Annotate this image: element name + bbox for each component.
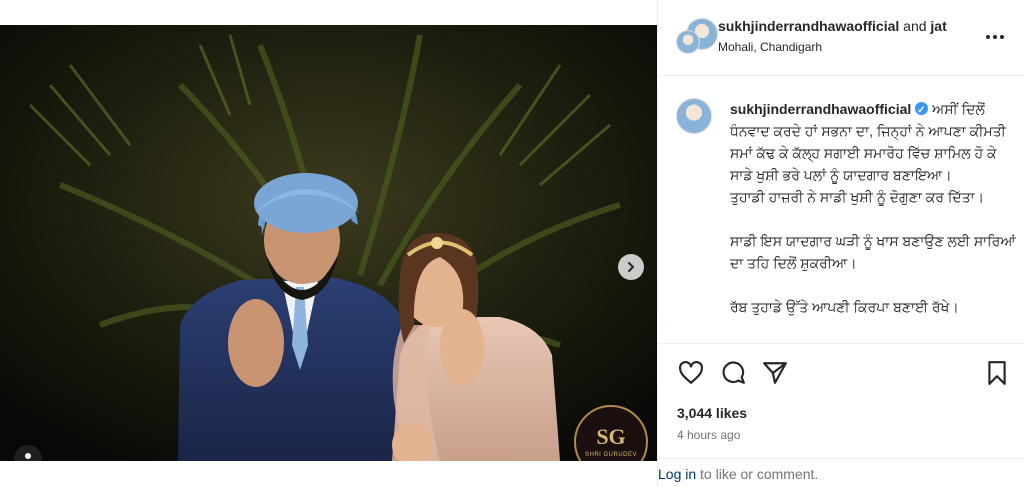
- caption-body: sukhjinderrandhawaofficial ਅਸੀਂ ਦਿਲੋਂ ਧੰ…: [730, 98, 1018, 343]
- post-header: sukhjinderrandhawaofficial and jat Mohal…: [658, 0, 1024, 76]
- more-icon: [986, 35, 1004, 39]
- like-button[interactable]: [678, 360, 704, 386]
- login-link[interactable]: Log in: [658, 466, 696, 482]
- share-icon: [763, 362, 787, 384]
- post-photo[interactable]: SG SHRI GURUDEV: [0, 25, 657, 461]
- next-slide-button[interactable]: [618, 254, 644, 280]
- caption-avatar[interactable]: [676, 98, 712, 134]
- likes-count[interactable]: 3,044 likes: [677, 405, 747, 421]
- collab-avatar[interactable]: [676, 30, 700, 54]
- login-prompt: Log in to like or comment.: [658, 458, 1024, 487]
- save-button[interactable]: [984, 360, 1010, 386]
- header-usernames: sukhjinderrandhawaofficial and jat: [718, 18, 947, 34]
- share-button[interactable]: [762, 360, 788, 386]
- post-caption: sukhjinderrandhawaofficial ਅਸੀਂ ਦਿਲੋਂ ਧੰ…: [674, 98, 1019, 343]
- comment-icon: [722, 361, 745, 384]
- watermark-monogram: SG: [596, 424, 626, 449]
- post-actions: [658, 343, 1024, 401]
- photo-illustration: [0, 25, 657, 461]
- login-prompt-text: to like or comment.: [696, 466, 819, 482]
- comment-button[interactable]: [720, 360, 746, 386]
- user-tag-icon: [25, 453, 31, 459]
- bookmark-icon: [988, 361, 1006, 385]
- watermark-text: SHRI GURUDEV: [584, 452, 637, 458]
- post-location[interactable]: Mohali, Chandigarh: [718, 40, 822, 54]
- heart-icon: [679, 360, 703, 384]
- post-timestamp[interactable]: 4 hours ago: [677, 428, 740, 442]
- verified-badge-icon: [915, 100, 929, 122]
- header-joiner: and: [903, 18, 927, 34]
- header-username[interactable]: sukhjinderrandhawaofficial: [718, 18, 899, 34]
- caption-username[interactable]: sukhjinderrandhawaofficial: [730, 101, 911, 117]
- header-second-username[interactable]: jat: [930, 18, 946, 34]
- chevron-right-icon: [628, 262, 635, 272]
- caption-text: ਅਸੀਂ ਦਿਲੋਂ ਧੰਨਵਾਦ ਕਰਦੇ ਹਾਂ ਸਭਨਾ ਦਾ, ਜਿਨ੍…: [730, 101, 1016, 315]
- more-options-button[interactable]: [985, 24, 1005, 45]
- post-side-panel: sukhjinderrandhawaofficial and jat Mohal…: [657, 0, 1024, 487]
